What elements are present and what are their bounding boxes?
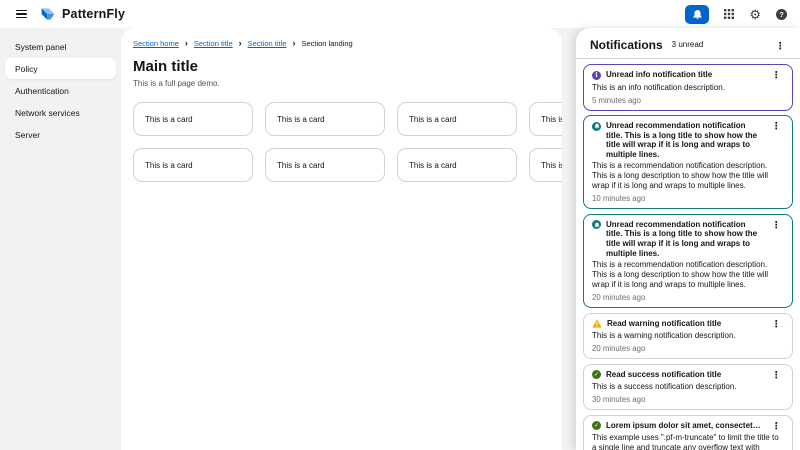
- notification-list[interactable]: Unread info notification title This is a…: [576, 59, 800, 450]
- check-circle-icon: [592, 421, 601, 430]
- notification-title: Unread recommendation notification title…: [606, 121, 769, 159]
- notification-kebab-button[interactable]: [769, 319, 785, 330]
- drawer-title: Notifications: [590, 38, 663, 52]
- notification-item-info-unread[interactable]: Unread info notification title This is a…: [583, 64, 793, 111]
- sidebar-item-authentication[interactable]: Authentication: [0, 80, 121, 101]
- sidebar-item-policy[interactable]: Policy: [5, 58, 116, 79]
- kebab-icon: [776, 37, 786, 52]
- main-content-panel: Section home Section title Section title…: [121, 28, 562, 450]
- notification-description: This is a recommendation notification de…: [592, 161, 784, 191]
- help-button[interactable]: [776, 9, 787, 20]
- card-title: This is a card: [409, 161, 457, 170]
- patternfly-logo-icon: [40, 6, 56, 22]
- notification-drawer: Notifications 3 unread Unread info notif…: [576, 28, 800, 450]
- unread-count: 3 unread: [672, 40, 704, 49]
- bell-icon: [692, 9, 703, 20]
- notification-item-recommendation-unread[interactable]: Unread recommendation notification title…: [583, 214, 793, 308]
- notification-item-success-read[interactable]: Read success notification title This is …: [583, 364, 793, 411]
- bell-circle-icon: [592, 122, 601, 131]
- notifications-toggle-button[interactable]: [685, 5, 709, 24]
- settings-button[interactable]: [749, 7, 761, 22]
- notification-title: Read success notification title: [606, 370, 769, 380]
- notification-timestamp: 10 minutes ago: [592, 194, 784, 203]
- angle-right-icon: [179, 39, 194, 48]
- card[interactable]: This is a card: [265, 102, 385, 136]
- info-circle-icon: [592, 71, 601, 80]
- card[interactable]: This is a card: [529, 148, 562, 182]
- card[interactable]: This is a card: [529, 102, 562, 136]
- card[interactable]: This is a card: [133, 148, 253, 182]
- notification-item-recommendation-unread[interactable]: Unread recommendation notification title…: [583, 115, 793, 209]
- kebab-icon: [772, 315, 782, 330]
- angle-right-icon: [233, 39, 248, 48]
- notification-item-warning-read[interactable]: Read warning notification title This is …: [583, 313, 793, 360]
- masthead: PatternFly: [0, 0, 800, 28]
- breadcrumb-link-section-home[interactable]: Section home: [133, 39, 179, 48]
- card-title: This is a card: [277, 115, 325, 124]
- card-title: This is a card: [145, 161, 193, 170]
- card-title: This is a card: [541, 115, 562, 124]
- breadcrumb: Section home Section title Section title…: [133, 39, 562, 48]
- check-circle-icon: [592, 370, 601, 379]
- notification-timestamp: 30 minutes ago: [592, 395, 784, 404]
- grid-icon: [724, 9, 734, 19]
- card[interactable]: This is a card: [397, 102, 517, 136]
- app-launcher-button[interactable]: [724, 9, 734, 19]
- notification-title: Lorem ipsum dolor sit amet, consectetur …: [606, 421, 769, 431]
- notification-item-truncated-read[interactable]: Lorem ipsum dolor sit amet, consectetur …: [583, 415, 793, 450]
- notification-kebab-button[interactable]: [769, 220, 785, 231]
- hamburger-icon: [16, 10, 27, 12]
- brand-name: PatternFly: [62, 7, 125, 21]
- cards-grid: This is a card This is a card This is a …: [133, 102, 562, 182]
- kebab-icon: [772, 417, 782, 432]
- gear-icon: [749, 7, 761, 22]
- card[interactable]: This is a card: [133, 102, 253, 136]
- notification-description: This is an info notification description…: [592, 83, 784, 93]
- sidebar: System panel Policy Authentication Netwo…: [0, 28, 121, 450]
- page-subtitle: This is a full page demo.: [133, 79, 562, 88]
- card[interactable]: This is a card: [397, 148, 517, 182]
- masthead-actions: [685, 5, 787, 24]
- card-title: This is a card: [145, 115, 193, 124]
- card-title: This is a card: [277, 161, 325, 170]
- page-body: System panel Policy Authentication Netwo…: [0, 28, 800, 450]
- notification-timestamp: 20 minutes ago: [592, 293, 784, 302]
- question-circle-icon: [776, 9, 787, 20]
- sidebar-item-system-panel[interactable]: System panel: [0, 36, 121, 57]
- notification-title: Unread info notification title: [606, 70, 769, 80]
- notification-kebab-button[interactable]: [769, 70, 785, 81]
- notification-description: This example uses ".pf-m-truncate" to li…: [592, 433, 784, 450]
- notification-description: This is a recommendation notification de…: [592, 260, 784, 290]
- kebab-icon: [772, 66, 782, 81]
- angle-right-icon: [286, 39, 301, 48]
- notification-title: Unread recommendation notification title…: [606, 220, 769, 258]
- notification-description: This is a success notification descripti…: [592, 382, 784, 392]
- notification-title: Read warning notification title: [607, 319, 769, 329]
- drawer-kebab-button[interactable]: [773, 37, 789, 52]
- notification-timestamp: 20 minutes ago: [592, 344, 784, 353]
- breadcrumb-link-section-title-1[interactable]: Section title: [194, 39, 233, 48]
- kebab-icon: [772, 366, 782, 381]
- kebab-icon: [772, 216, 782, 231]
- card-title: This is a card: [409, 115, 457, 124]
- bell-circle-icon: [592, 220, 601, 229]
- notification-timestamp: 5 minutes ago: [592, 96, 784, 105]
- page-title: Main title: [133, 58, 562, 75]
- notification-kebab-button[interactable]: [769, 121, 785, 132]
- sidebar-item-network-services[interactable]: Network services: [0, 102, 121, 123]
- card[interactable]: This is a card: [265, 148, 385, 182]
- exclamation-triangle-icon: [592, 319, 602, 328]
- breadcrumb-link-section-title-2[interactable]: Section title: [248, 39, 287, 48]
- kebab-icon: [772, 117, 782, 132]
- notification-drawer-header: Notifications 3 unread: [576, 28, 800, 58]
- sidebar-item-server[interactable]: Server: [0, 124, 121, 145]
- brand[interactable]: PatternFly: [40, 6, 125, 22]
- notification-kebab-button[interactable]: [769, 421, 785, 432]
- card-title: This is a card: [541, 161, 562, 170]
- nav-toggle-button[interactable]: [13, 7, 30, 22]
- notification-description: This is a warning notification descripti…: [592, 331, 784, 341]
- notification-kebab-button[interactable]: [769, 370, 785, 381]
- breadcrumb-current: Section landing: [301, 39, 352, 48]
